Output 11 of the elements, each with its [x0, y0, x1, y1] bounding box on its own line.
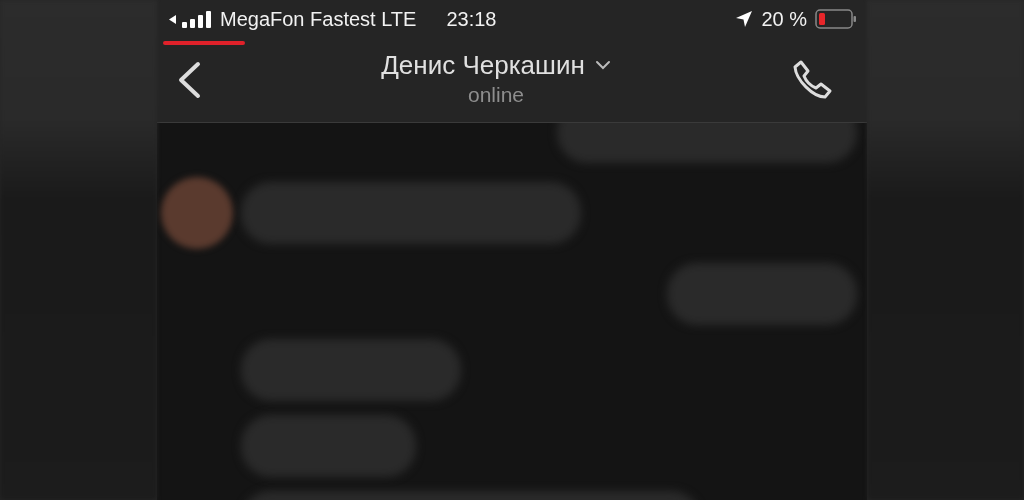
contact-name[interactable]: Денис Черкашин [381, 49, 585, 81]
location-arrow-icon [735, 10, 754, 28]
battery-percent: 20 % [761, 7, 807, 31]
clock-time: 23:18 [446, 7, 497, 31]
back-to-app-icon [169, 14, 176, 24]
battery-icon [815, 9, 857, 29]
contact-status: online [467, 82, 524, 107]
signal-icon [182, 10, 212, 28]
chevron-down-icon[interactable] [594, 60, 611, 70]
back-button[interactable] [177, 61, 201, 99]
carrier-name: MegaFon Fastest LTE [220, 7, 417, 31]
